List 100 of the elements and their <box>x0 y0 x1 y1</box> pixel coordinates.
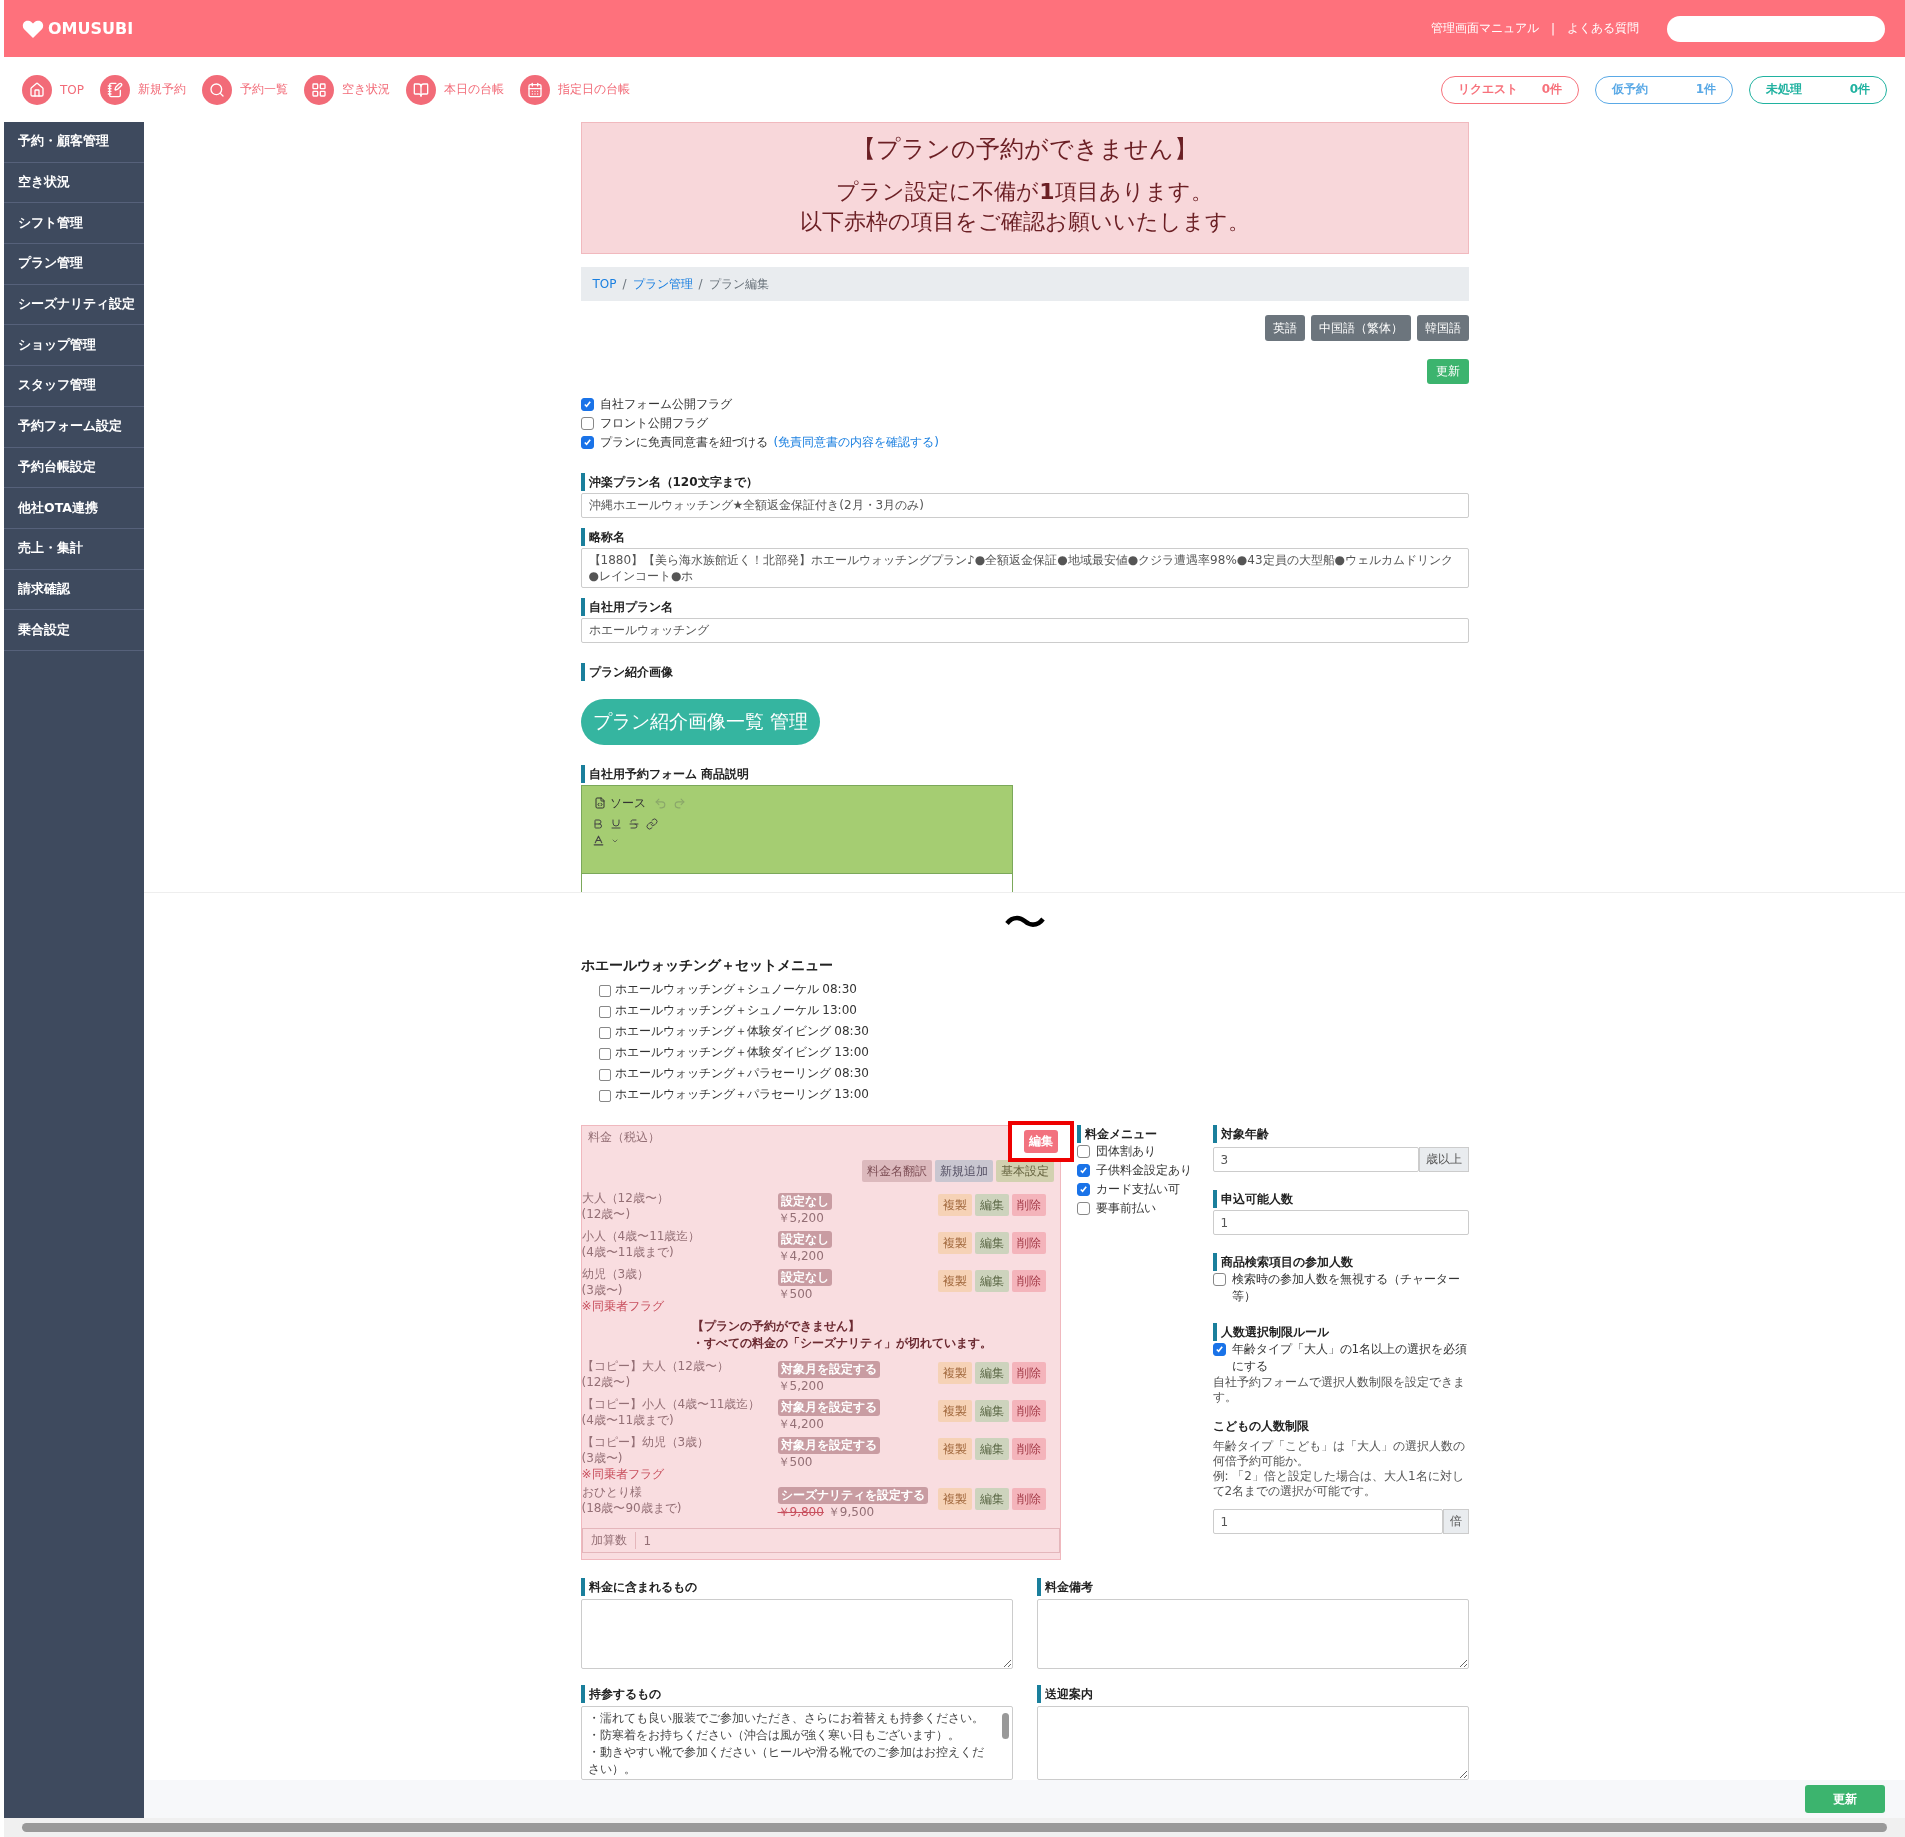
price: ￥500 <box>777 1454 813 1470</box>
sidebar-item[interactable]: プラン管理 <box>4 244 144 285</box>
toolbar-button[interactable]: 新規追加 <box>934 1160 993 1182</box>
checkbox[interactable] <box>1076 1202 1090 1215</box>
row-button[interactable]: 編集 <box>974 1194 1009 1216</box>
checkbox[interactable] <box>580 436 594 449</box>
checkbox-label: ホエールウォッチング＋シュノーケル 13:00 <box>614 1002 857 1019</box>
help-text: 例: 「2」倍と設定した場合は、大人1名に対して2名までの選択が可能です。 <box>1212 1469 1465 1499</box>
faq-link[interactable]: よくある質問 <box>1567 20 1639 37</box>
sidebar-item[interactable]: 請求確認 <box>4 569 144 611</box>
row-button[interactable]: 複製 <box>937 1194 972 1216</box>
status-counter[interactable]: 未処理 0件 <box>1749 75 1887 104</box>
row-button[interactable]: 複製 <box>937 1270 972 1292</box>
price: ￥500 <box>777 1286 813 1302</box>
sidebar-item[interactable]: 空き状況 <box>4 162 144 204</box>
text-area[interactable]: ・濡れても良い服装でご参加いただき、さらにお着替えも持参ください。 ・防寒着をお持ちください（沖合は風が強く寒い日もございます）。 ・動きやすい靴で参加ください（ヒールや滑る靴でのご参加はお控えください）。 <box>580 1706 1013 1780</box>
checkbox[interactable] <box>580 398 594 411</box>
sidebar-item[interactable]: 他社OTA連携 <box>4 488 144 529</box>
text-input[interactable]: ホエールウォッチング <box>580 618 1469 643</box>
sidebar-item[interactable]: 予約台帳設定 <box>4 447 144 489</box>
row-button[interactable]: 編集 <box>974 1488 1009 1510</box>
row-button[interactable]: 削除 <box>1011 1438 1046 1460</box>
underline-icon[interactable] <box>609 818 622 830</box>
row-button[interactable]: 複製 <box>937 1438 972 1460</box>
sidebar-item[interactable]: 予約フォーム設定 <box>4 406 144 448</box>
row-button[interactable]: 削除 <box>1011 1194 1046 1216</box>
checkbox[interactable] <box>1076 1183 1090 1196</box>
status-counter[interactable]: 仮予約 1件 <box>1595 75 1733 104</box>
row-button[interactable]: 編集 <box>974 1438 1009 1460</box>
language-button[interactable]: 英語 <box>1264 315 1305 341</box>
scrollbar-thumb[interactable] <box>1001 1713 1009 1739</box>
sidebar-item[interactable]: シフト管理 <box>4 203 144 245</box>
breadcrumb-link[interactable]: TOP <box>592 277 617 291</box>
addend-field[interactable]: 加算数 1 <box>581 1528 1060 1553</box>
checkbox[interactable] <box>598 1047 611 1060</box>
sidebar-item[interactable]: シーズナリティ設定 <box>4 284 144 326</box>
checkbox[interactable] <box>598 1089 611 1102</box>
capacity-input[interactable]: 1 <box>1212 1210 1469 1235</box>
update-button[interactable]: 更新 <box>1805 1785 1885 1813</box>
edit-button[interactable]: 編集 <box>1007 1121 1074 1162</box>
checkbox[interactable] <box>580 417 594 430</box>
row-button[interactable]: 編集 <box>974 1232 1009 1254</box>
checkbox[interactable] <box>1212 1273 1226 1286</box>
row-button[interactable]: 複製 <box>937 1362 972 1384</box>
checkbox[interactable] <box>1212 1343 1226 1356</box>
checkbox[interactable] <box>598 1068 611 1081</box>
language-button[interactable]: 中国語（繁体） <box>1310 315 1411 341</box>
row-button[interactable]: 複製 <box>937 1488 972 1510</box>
sidebar-item[interactable]: ショップ管理 <box>4 325 144 367</box>
sidebar-item[interactable]: 売上・集計 <box>4 528 144 570</box>
source-button[interactable]: ソース <box>591 792 648 814</box>
breadcrumb-separator: / <box>698 277 703 291</box>
row-button[interactable]: 削除 <box>1011 1362 1046 1384</box>
language-button[interactable]: 韓国語 <box>1416 315 1469 341</box>
checkbox[interactable] <box>598 1005 611 1018</box>
sidebar-item[interactable]: 乗合設定 <box>4 610 144 651</box>
season-tag: 対象月を設定する <box>777 1437 880 1454</box>
search-field[interactable] <box>1667 15 1885 42</box>
row-button[interactable]: 編集 <box>974 1270 1009 1292</box>
row-button[interactable]: 複製 <box>937 1400 972 1422</box>
row-button[interactable]: 複製 <box>937 1232 972 1254</box>
nav-link[interactable]: 本日の台帳 <box>406 74 504 105</box>
row-button[interactable]: 編集 <box>974 1362 1009 1384</box>
text-input[interactable]: 沖縄ホエールウォッチング★全額返金保証付き(2月・3月のみ) <box>580 493 1469 518</box>
sidebar-item[interactable]: スタッフ管理 <box>4 366 144 407</box>
status-counter[interactable]: リクエスト 0件 <box>1441 75 1579 104</box>
toolbar-button[interactable]: 基本設定 <box>995 1160 1054 1182</box>
image-manage-button[interactable]: プラン紹介画像一覧 管理 <box>580 699 820 745</box>
agreement-link[interactable]: (免責同意書の内容を確認する) <box>773 434 939 451</box>
season-tag: 対象月を設定する <box>777 1399 880 1416</box>
bold-icon[interactable] <box>591 818 604 830</box>
text-color-icon[interactable] <box>591 834 605 847</box>
strikethrough-icon[interactable] <box>627 818 640 830</box>
row-button[interactable]: 削除 <box>1011 1400 1046 1422</box>
row-button[interactable]: 編集 <box>974 1400 1009 1422</box>
child-limit-input[interactable]: 1 <box>1212 1509 1443 1534</box>
toolbar-button[interactable]: 料金名翻訳 <box>861 1160 932 1182</box>
manual-link[interactable]: 管理画面マニュアル <box>1430 20 1539 37</box>
row-button[interactable]: 削除 <box>1011 1232 1046 1254</box>
nav-link[interactable]: 予約一覧 <box>202 74 288 105</box>
checkbox[interactable] <box>1076 1145 1090 1158</box>
price: ￥4,200 <box>777 1248 824 1264</box>
logo[interactable]: OMUSUBI <box>22 18 134 39</box>
link-icon[interactable] <box>645 818 658 830</box>
sidebar-item[interactable]: 予約・顧客管理 <box>4 122 144 163</box>
nav-link[interactable]: 新規予約 <box>100 74 186 105</box>
checkbox[interactable] <box>1076 1164 1090 1177</box>
checkbox[interactable] <box>598 1026 611 1039</box>
nav-link[interactable]: 空き状況 <box>304 74 390 105</box>
horizontal-scrollbar[interactable] <box>4 1818 1905 1837</box>
row-button[interactable]: 削除 <box>1011 1488 1046 1510</box>
nav-link[interactable]: 指定日の台帳 <box>520 74 630 105</box>
update-button[interactable]: 更新 <box>1426 359 1469 384</box>
breadcrumb-link[interactable]: プラン管理 <box>632 275 693 293</box>
checkbox[interactable] <box>598 984 611 997</box>
nav-link[interactable]: TOP <box>22 74 84 105</box>
age-input[interactable]: 3 <box>1212 1147 1419 1172</box>
text-input[interactable]: 【1880】【美ら海水族館近く！北部発】ホエールウォッチングプラン♪●全額返金保証●地域最安値●クジラ遭遇率98%●43定員の大型船●ウェルカムドリンク●レインコート●ホ <box>580 548 1469 588</box>
row-button[interactable]: 削除 <box>1011 1270 1046 1292</box>
rich-text-editor[interactable]: ソース <box>580 785 1013 892</box>
